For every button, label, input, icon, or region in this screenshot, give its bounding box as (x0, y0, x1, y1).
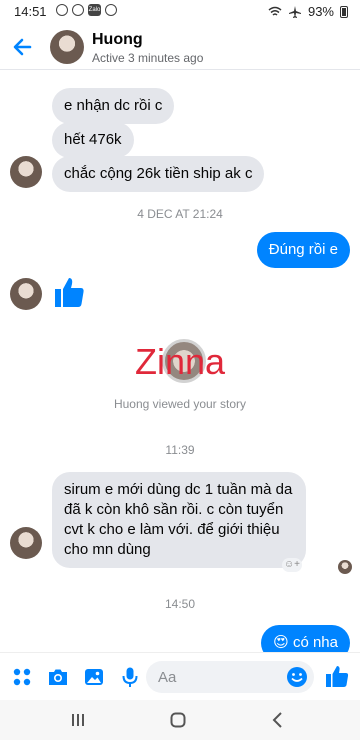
microphone-icon[interactable] (118, 665, 142, 689)
sender-avatar[interactable] (10, 278, 42, 310)
notification-icon (56, 4, 68, 16)
notification-icons: Zalo (56, 4, 117, 16)
emoji-icon[interactable] (286, 666, 308, 688)
message-input-wrapper (146, 661, 314, 693)
message-bubble[interactable]: chắc cộng 26k tiền ship ak c (52, 156, 265, 192)
message-input[interactable] (146, 661, 266, 693)
battery-percent: 93% (307, 4, 334, 19)
status-bar: 14:51 Zalo 93% (0, 0, 360, 24)
notification-icon (72, 4, 84, 16)
message-bubble[interactable]: sirum e mới dùng dc 1 tuần mà da đã k cò… (52, 472, 306, 568)
message-bubble[interactable]: hết 476k (52, 122, 134, 158)
timestamp: 4 DEC AT 21:24 (137, 207, 223, 221)
message-bubble-sent[interactable]: 😍 có nha (261, 625, 350, 652)
back-icon[interactable] (268, 710, 288, 730)
timestamp: 11:39 (165, 443, 195, 457)
airplane-icon (288, 5, 301, 18)
thumbs-up-icon[interactable] (52, 275, 86, 309)
zalo-icon: Zalo (88, 4, 101, 16)
heart-eyes-emoji: 😍 (273, 634, 289, 651)
sender-avatar[interactable] (10, 527, 42, 559)
story-logo[interactable]: Zinna (0, 341, 360, 383)
system-icons: 93% (268, 4, 348, 19)
android-nav-bar (0, 700, 360, 740)
chat-header: Huong Active 3 minutes ago (0, 24, 360, 70)
reaction-button[interactable]: ☺+ (282, 558, 302, 572)
avatar[interactable] (50, 30, 84, 64)
story-caption: Huong viewed your story (113, 397, 247, 411)
camera-icon[interactable] (46, 665, 70, 689)
active-status: Active 3 minutes ago (92, 51, 204, 65)
battery-icon (340, 5, 348, 18)
message-bubble[interactable]: e nhận dc rồi c (52, 88, 175, 124)
apps-grid-icon[interactable] (10, 665, 34, 689)
status-time: 14:51 (14, 4, 47, 19)
back-arrow-icon[interactable] (10, 34, 36, 60)
timestamp: 14:50 (164, 597, 196, 611)
sender-avatar[interactable] (10, 156, 42, 188)
messenger-icon (105, 4, 117, 16)
message-text: có nha (292, 634, 338, 651)
message-list[interactable]: e nhận dc rồi c hết 476k chắc cộng 26k t… (0, 71, 360, 652)
home-icon[interactable] (168, 710, 188, 730)
like-icon[interactable] (324, 663, 350, 689)
message-bubble-sent[interactable]: Đúng rồi e (256, 232, 350, 268)
recent-apps-icon[interactable] (68, 710, 88, 730)
composer-bar (0, 652, 360, 700)
contact-name[interactable]: Huong (92, 31, 143, 49)
gallery-icon[interactable] (82, 665, 106, 689)
seen-avatar (338, 560, 352, 574)
wifi-icon (268, 6, 282, 16)
